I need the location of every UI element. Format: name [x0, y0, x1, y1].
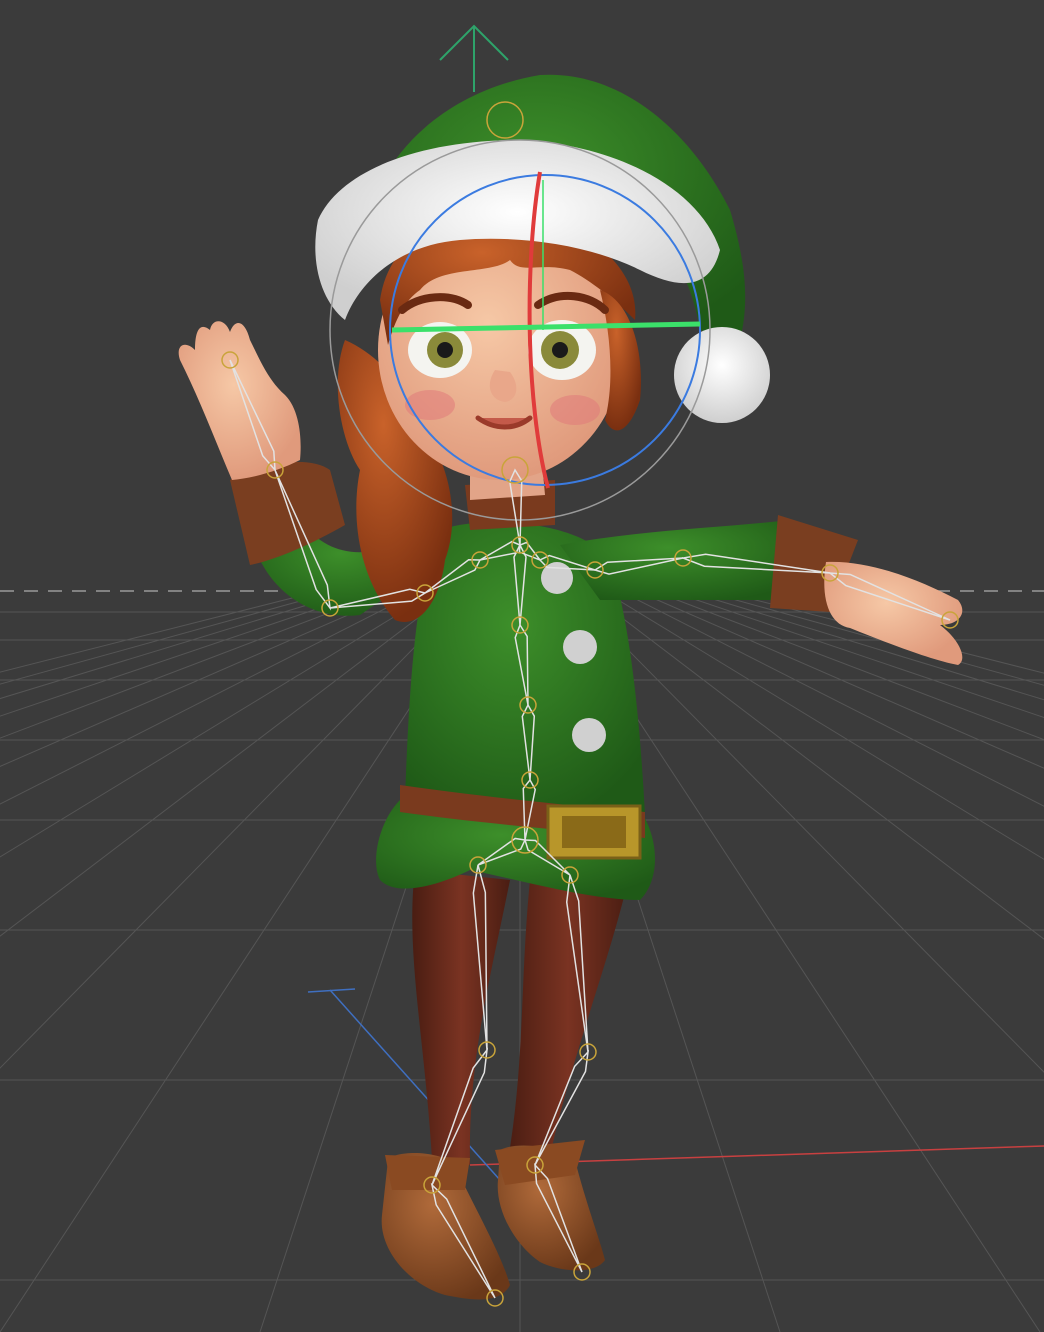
right-cheek	[550, 395, 600, 425]
up-arrow-gizmo[interactable]	[439, 24, 509, 92]
3d-viewport[interactable]	[0, 0, 1044, 1332]
right-arm-sleeve	[560, 520, 800, 600]
left-pupil	[437, 342, 453, 358]
grid-line	[591, 594, 1044, 940]
tunic-button	[572, 718, 606, 752]
grid-line	[0, 594, 431, 858]
grid-line	[0, 594, 359, 717]
belt-buckle-inner	[562, 816, 626, 848]
left-boot-cuff	[385, 1155, 470, 1190]
viewport-canvas[interactable]	[0, 0, 1044, 1332]
grid-line	[735, 594, 1044, 674]
grid-line	[717, 594, 1044, 686]
right-hand	[824, 561, 963, 665]
grid-line	[573, 594, 1044, 1073]
hat-pompom	[674, 327, 770, 423]
grid-line	[0, 594, 341, 700]
grid-line	[0, 594, 377, 739]
grid-line	[0, 594, 413, 805]
grid-line	[0, 594, 323, 685]
grid-line	[0, 594, 305, 673]
left-cheek	[405, 390, 455, 420]
left-hand	[178, 321, 301, 480]
elf-character[interactable]	[178, 74, 963, 1300]
grid-line	[681, 594, 1044, 719]
grid-line	[699, 594, 1044, 701]
grid-line	[627, 594, 1044, 807]
right-pupil	[552, 342, 568, 358]
grid-line	[609, 594, 1044, 860]
tunic-button	[563, 630, 597, 664]
grid-line	[0, 594, 395, 767]
right-leg	[508, 880, 628, 1165]
grid-line	[663, 594, 1044, 741]
